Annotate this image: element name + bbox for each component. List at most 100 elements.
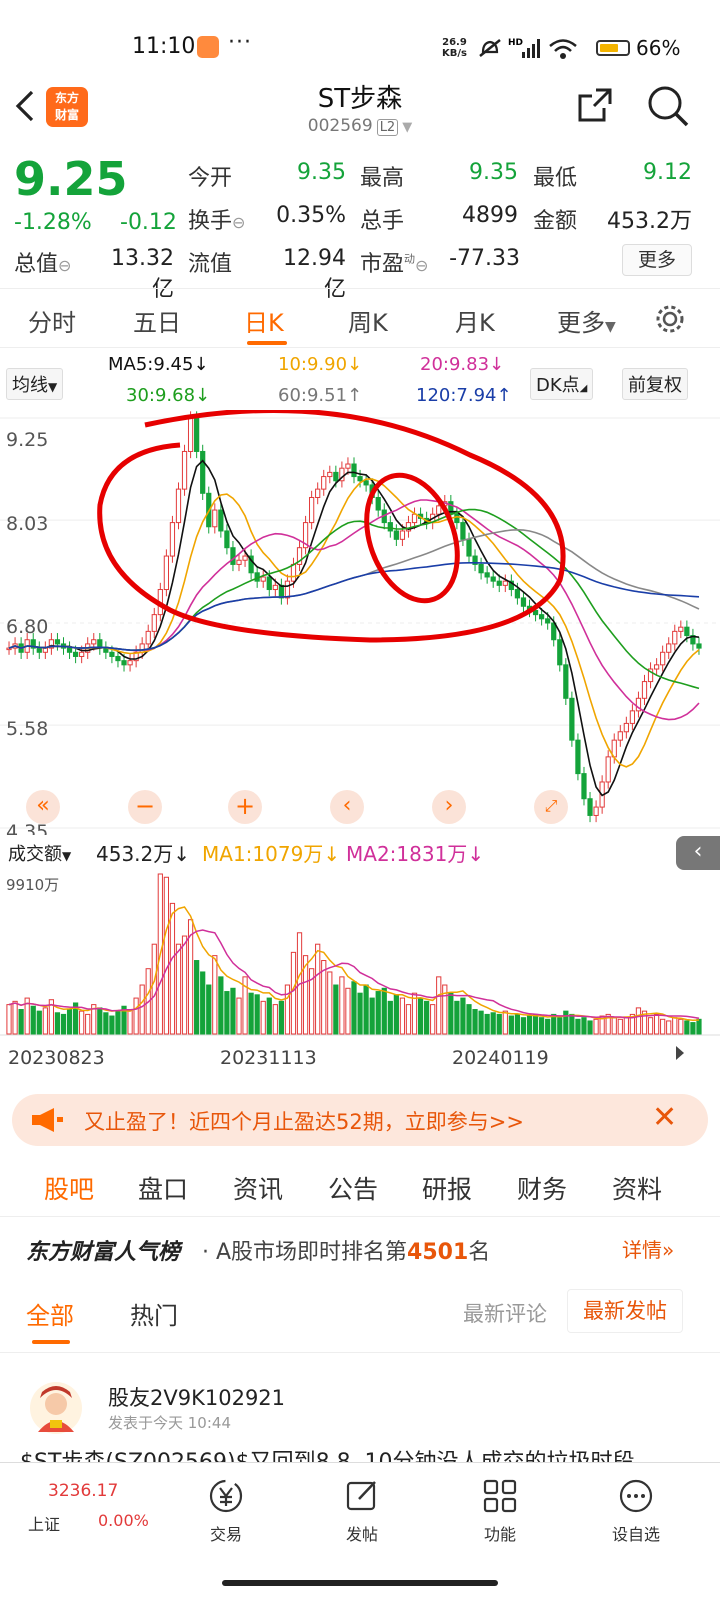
share-icon[interactable] xyxy=(576,86,614,124)
volume-bar xyxy=(611,1017,617,1035)
ma-selector[interactable]: 均线▼ xyxy=(6,368,64,400)
tab-more[interactable]: 更多▼ xyxy=(557,303,616,338)
candle-body xyxy=(54,639,61,645)
y-tick-label: 8.03 xyxy=(6,513,48,535)
mute-icon xyxy=(479,39,501,57)
battery-icon xyxy=(596,40,630,56)
info-icon[interactable]: ⊖ xyxy=(58,256,71,275)
volume-bar xyxy=(538,1017,545,1035)
candle-body xyxy=(460,522,466,540)
tab-timeshare[interactable]: 分时 xyxy=(28,303,76,338)
popularity-detail[interactable]: 详情» xyxy=(622,1234,674,1263)
candle-body xyxy=(91,639,97,645)
edit-icon xyxy=(346,1481,376,1511)
nav-post[interactable]: 发帖 xyxy=(322,1477,402,1545)
tab-research[interactable]: 研报 xyxy=(422,1170,472,1206)
tab-news[interactable]: 资讯 xyxy=(233,1170,283,1206)
nav-features[interactable]: 功能 xyxy=(460,1477,540,1545)
volume-bar xyxy=(284,984,291,1035)
tab-monthly-k[interactable]: 月K xyxy=(455,303,495,338)
ma120-text: 120:7.94 xyxy=(416,385,497,406)
tab-forum[interactable]: 股吧 xyxy=(44,1170,94,1206)
prev-icon[interactable]: ‹ xyxy=(330,790,364,824)
volume-bar xyxy=(466,1004,472,1035)
volume-bar xyxy=(212,955,218,1035)
stock-code-value: 002569 xyxy=(307,116,373,136)
volume-bar xyxy=(115,1010,121,1035)
ma30-text: 30:9.68 xyxy=(126,385,196,406)
y-tick-label: 5.58 xyxy=(6,718,48,740)
close-icon[interactable]: ✕ xyxy=(652,1100,677,1135)
volume-bar xyxy=(678,1018,684,1035)
nav-trade[interactable]: 交易 xyxy=(186,1477,266,1545)
candle-body xyxy=(175,488,182,524)
candle-body xyxy=(399,530,406,540)
candle-body xyxy=(187,417,194,452)
post-author[interactable]: 股友2V9K102921 xyxy=(108,1382,285,1412)
zoom-out-icon[interactable]: − xyxy=(128,790,162,824)
candle-body xyxy=(315,488,321,498)
tab-announcements[interactable]: 公告 xyxy=(328,1170,378,1206)
volume-bar xyxy=(42,1007,48,1035)
avatar[interactable] xyxy=(26,1380,86,1436)
home-indicator xyxy=(222,1580,498,1586)
promo-banner[interactable]: 又止盈了！近四个月止盈达52期，立即参与>> ✕ xyxy=(12,1094,708,1146)
x-tick-label: 20231113 xyxy=(220,1047,317,1069)
tab-all-posts[interactable]: 全部 xyxy=(26,1296,74,1331)
low-value: 9.12 xyxy=(643,160,692,185)
nav-watchlist[interactable]: 设自选 xyxy=(596,1477,676,1545)
net-speed-unit: KB/s xyxy=(442,48,467,59)
rewind-icon[interactable]: « xyxy=(26,790,60,824)
candle-body xyxy=(351,463,357,478)
fullscreen-icon[interactable]: ⤢ xyxy=(534,790,568,824)
chart-tabs: 分时 五日 日K 周K 月K 更多▼ xyxy=(0,288,720,348)
search-icon[interactable] xyxy=(646,84,690,128)
candlestick-chart[interactable]: 9.258.036.805.584.35 xyxy=(0,410,720,835)
dk-point-button[interactable]: DK点◢ xyxy=(530,368,594,400)
next-icon[interactable]: › xyxy=(432,790,466,824)
more-button[interactable]: 更多 xyxy=(622,244,692,276)
settings-gear-icon[interactable] xyxy=(654,303,686,335)
volume-chart[interactable]: 9910万 20230823 20231113 20240119 xyxy=(0,870,720,1092)
candle-body xyxy=(653,664,660,670)
volume-max-tick: 9910万 xyxy=(6,876,59,894)
tab-weekly-k[interactable]: 周K xyxy=(348,303,388,338)
tab-hot-posts[interactable]: 热门 xyxy=(130,1296,178,1331)
sort-latest-comment[interactable]: 最新评论 xyxy=(463,1298,547,1328)
candle-body xyxy=(575,739,581,775)
volume-bar xyxy=(224,991,230,1035)
annotation-circle-small xyxy=(364,472,460,604)
volume-bar xyxy=(551,1013,557,1035)
info-icon[interactable]: ⊖ xyxy=(232,213,245,232)
zoom-in-icon[interactable]: + xyxy=(228,790,262,824)
tab-daily-k[interactable]: 日K xyxy=(244,303,284,338)
tab-five-day[interactable]: 五日 xyxy=(133,303,181,338)
high-value: 9.35 xyxy=(469,160,518,185)
tab-financials[interactable]: 财务 xyxy=(517,1170,567,1206)
active-tab-indicator xyxy=(32,1340,70,1344)
volume-bar xyxy=(175,943,182,1035)
volume-bar xyxy=(672,1017,678,1035)
candle-body xyxy=(641,681,648,699)
adjust-button[interactable]: 前复权 xyxy=(622,368,688,400)
volume-bar xyxy=(236,997,242,1035)
volume-bar xyxy=(448,992,454,1035)
candle-body xyxy=(545,618,551,624)
tab-order-book[interactable]: 盘口 xyxy=(138,1170,188,1206)
candle-body xyxy=(587,798,593,816)
collapse-panel-icon[interactable]: ‹ xyxy=(676,836,720,870)
volume-bar xyxy=(502,1010,508,1035)
popularity-rank: 4501 xyxy=(407,1240,469,1265)
index-name[interactable]: 上证 xyxy=(28,1511,60,1535)
candle-body xyxy=(321,476,327,490)
volume-selector[interactable]: 成交额▼ xyxy=(8,840,71,866)
tab-profile[interactable]: 资料 xyxy=(612,1170,662,1206)
info-icon[interactable]: ⊖ xyxy=(415,256,428,275)
index-change: 0.00% xyxy=(98,1511,149,1530)
volume-bar xyxy=(36,1010,42,1035)
dropdown-icon: ▼ xyxy=(605,319,616,335)
candle-body xyxy=(145,630,151,645)
nav-post-label: 发帖 xyxy=(345,1525,378,1544)
sort-latest-post[interactable]: 最新发帖 xyxy=(567,1289,683,1333)
volume-bar xyxy=(345,987,351,1035)
